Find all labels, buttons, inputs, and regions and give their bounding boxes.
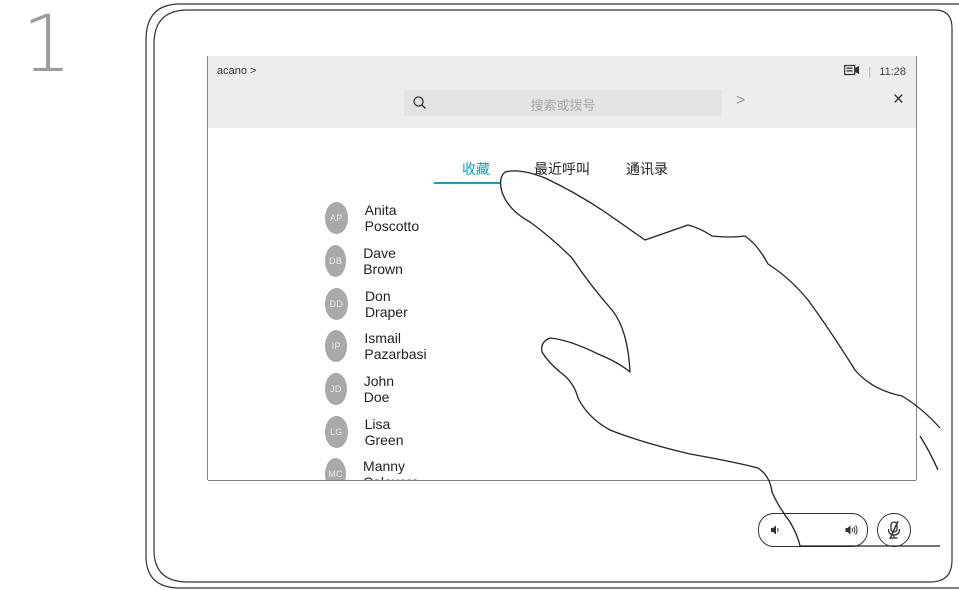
- list-item[interactable]: MC Manny Calavera: [325, 458, 430, 480]
- avatar: IP: [325, 330, 348, 362]
- avatar: DD: [325, 288, 348, 320]
- contact-name: Ismail Pazarbasi: [364, 330, 427, 362]
- tab-directory[interactable]: 通讯录: [626, 159, 668, 179]
- list-item[interactable]: AP Anita Poscotto: [325, 202, 428, 234]
- avatar: LG: [325, 416, 348, 448]
- volume-control[interactable]: [758, 513, 868, 547]
- contact-name: Don Draper: [364, 288, 408, 320]
- avatar: JD: [325, 373, 347, 405]
- contact-name: John Doe: [363, 373, 395, 405]
- directory-tabs: 收藏 最近呼叫 通讯录: [208, 156, 916, 186]
- search-placeholder: 搜索或拨号: [530, 98, 596, 113]
- close-button[interactable]: ×: [893, 90, 904, 109]
- contact-name: Anita Poscotto: [364, 202, 420, 234]
- contact-name: Dave Brown: [363, 245, 403, 277]
- list-item[interactable]: LG Lisa Green: [325, 416, 413, 448]
- list-item[interactable]: JD John Doe: [325, 373, 404, 405]
- list-item[interactable]: DD Don Draper: [325, 288, 417, 320]
- speaker-high-icon[interactable]: [843, 522, 859, 538]
- clock: 11:28: [879, 65, 906, 78]
- avatar: DB: [325, 245, 347, 277]
- microphone-mute-button[interactable]: [877, 513, 911, 547]
- avatar: AP: [325, 202, 348, 234]
- list-item[interactable]: IP Ismail Pazarbasi: [325, 330, 436, 362]
- status-area: | 11:28: [844, 64, 906, 79]
- tab-recents[interactable]: 最近呼叫: [534, 159, 590, 179]
- top-bar: acano > | 11:28 搜索或拨号 > ×: [208, 56, 916, 128]
- mic-muted-icon: [887, 520, 901, 540]
- list-item[interactable]: DB Dave Brown: [325, 245, 414, 277]
- camera-self-view-icon[interactable]: [844, 64, 860, 79]
- search-input[interactable]: 搜索或拨号: [404, 90, 722, 116]
- tab-favorites[interactable]: 收藏: [462, 159, 490, 179]
- breadcrumb[interactable]: acano >: [217, 65, 256, 77]
- search-go-button[interactable]: >: [736, 92, 745, 110]
- speaker-low-icon[interactable]: [767, 522, 783, 538]
- active-tab-indicator: [434, 182, 500, 184]
- avatar: MC: [325, 458, 347, 480]
- contact-name: Lisa Green: [364, 416, 404, 448]
- status-separator: |: [868, 65, 872, 78]
- illustration-stage: 1 acano > | 11:28 搜索或拨号 > × 收藏 最近呼叫 通讯录 …: [0, 0, 959, 590]
- contact-name: Manny Calavera: [363, 458, 419, 480]
- device-screen: acano > | 11:28 搜索或拨号 > × 收藏 最近呼叫 通讯录 AP…: [208, 56, 916, 480]
